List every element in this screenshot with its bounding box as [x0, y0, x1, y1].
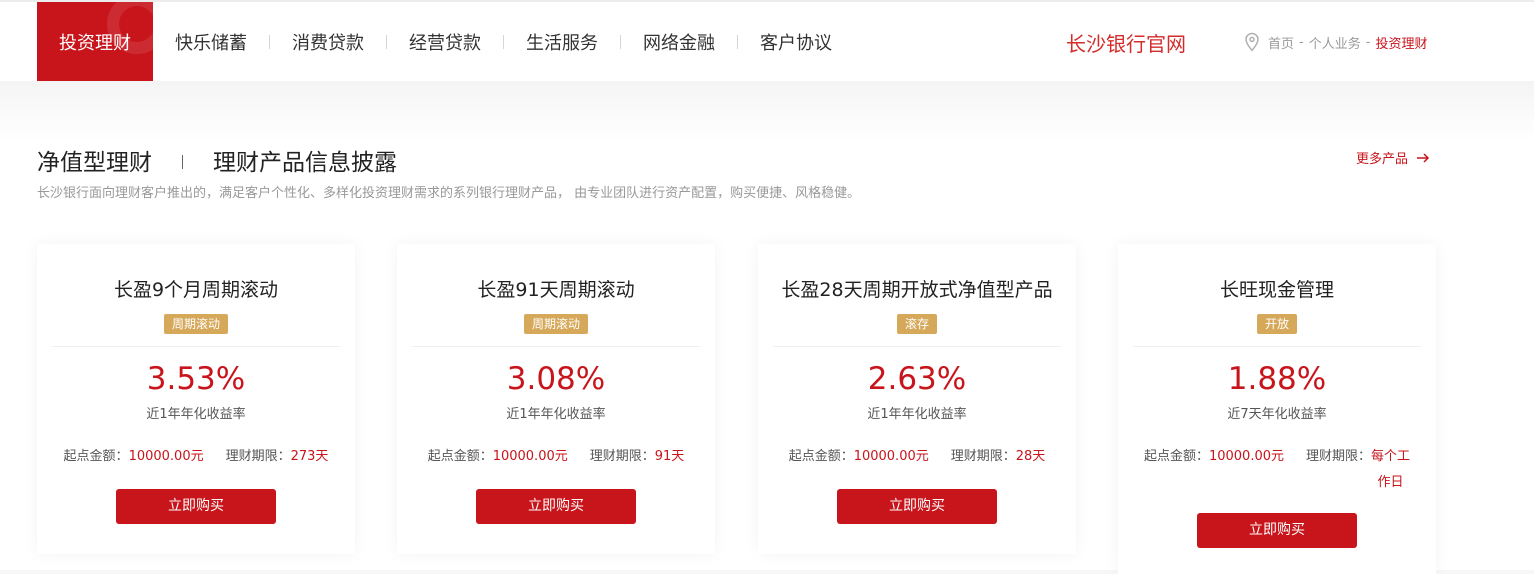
buy-now-button[interactable]: 立即购买: [476, 489, 636, 524]
badge-row: 滚存: [758, 313, 1076, 334]
section-header: 净值型理财 理财产品信息披露: [37, 143, 397, 177]
nav-divider: [620, 34, 621, 49]
nav-item-invest[interactable]: 投资理财: [37, 2, 153, 81]
nav-divider: [503, 34, 504, 49]
product-name[interactable]: 长盈28天周期开放式净值型产品: [758, 275, 1076, 302]
buy-now-button[interactable]: 立即购买: [1197, 513, 1357, 548]
product-info-row: 起点金额： 10000.00元 理财期限： 273天: [37, 445, 355, 464]
min-amount-value: 10000.00元: [492, 449, 568, 464]
min-amount-label: 起点金额：: [63, 449, 129, 464]
product-card: 长旺现金管理 开放 1.88% 近7天年化收益率 起点金额： 10000.00元…: [1118, 244, 1436, 574]
min-amount-label: 起点金额：: [788, 449, 854, 464]
term-value-wrap: 每个工 作日: [1371, 445, 1410, 490]
location-pin-icon: [1245, 32, 1259, 52]
nav-item-life-service[interactable]: 生活服务: [526, 2, 598, 81]
badge-row: 周期滚动: [397, 313, 715, 334]
tab-product-disclosure[interactable]: 理财产品信息披露: [213, 143, 397, 177]
product-name[interactable]: 长旺现金管理: [1118, 275, 1436, 302]
product-info-row: 起点金额： 10000.00元 理财期限： 28天: [758, 445, 1076, 464]
product-info-row: 起点金额： 10000.00元 理财期限： 每个工 作日: [1118, 445, 1436, 490]
breadcrumb-separator: -: [1299, 34, 1304, 50]
min-amount-value: 10000.00元: [128, 449, 204, 464]
term-value: 91天: [654, 449, 685, 464]
term-label: 理财期限：: [1306, 449, 1372, 464]
min-amount-value: 10000.00元: [1208, 449, 1284, 464]
section-description: 长沙银行面向理财客户推出的，满足客户个性化、多样化投资理财需求的系列银行理财产品…: [37, 186, 861, 201]
term-label: 理财期限：: [589, 449, 655, 464]
product-type-badge: 滚存: [896, 314, 937, 334]
info-gap: [568, 445, 590, 464]
rate-label: 近1年年化收益率: [146, 407, 246, 422]
product-name[interactable]: 长盈91天周期滚动: [397, 275, 715, 302]
nav-divider: [737, 34, 738, 49]
card-divider: [412, 346, 700, 347]
card-divider: [52, 346, 340, 347]
arrow-right-icon: [1417, 152, 1430, 163]
tab-divider: [182, 155, 183, 169]
more-products-link[interactable]: 更多产品: [1356, 148, 1430, 167]
term-label: 理财期限：: [950, 449, 1016, 464]
site-title[interactable]: 长沙银行官网: [1066, 28, 1186, 57]
info-gap: [1284, 445, 1306, 490]
nav-item-online-finance[interactable]: 网络金融: [643, 2, 715, 81]
product-name[interactable]: 长盈9个月周期滚动: [37, 275, 355, 302]
product-card: 长盈28天周期开放式净值型产品 滚存 2.63% 近1年年化收益率 起点金额： …: [758, 244, 1076, 554]
breadcrumb-personal[interactable]: 个人业务: [1309, 33, 1361, 52]
badge-row: 周期滚动: [37, 313, 355, 334]
tab-net-value-products[interactable]: 净值型理财: [37, 143, 152, 177]
term-value: 28天: [1015, 449, 1046, 464]
product-type-badge: 开放: [1256, 314, 1297, 334]
product-rate: 3.53%: [146, 361, 246, 397]
rate-label: 近1年年化收益率: [506, 407, 606, 422]
main-nav: 投资理财 快乐储蓄 消费贷款 经营贷款 生活服务 网络金融 客户协议: [37, 2, 832, 81]
more-products-label: 更多产品: [1356, 152, 1409, 167]
min-amount-value: 10000.00元: [853, 449, 929, 464]
nav-item-label: 投资理财: [59, 32, 131, 54]
term-value-line2: 作日: [1377, 475, 1404, 490]
rate-label: 近1年年化收益率: [867, 407, 967, 422]
product-rate: 2.63%: [867, 361, 967, 397]
card-divider: [773, 346, 1061, 347]
nav-item-business-loan[interactable]: 经营贷款: [409, 2, 481, 81]
nav-item-savings[interactable]: 快乐储蓄: [175, 2, 247, 81]
breadcrumb: 首页 - 个人业务 - 投资理财: [1243, 32, 1427, 52]
buy-now-button[interactable]: 立即购买: [837, 489, 997, 524]
nav-item-customer-agreement[interactable]: 客户协议: [760, 2, 832, 81]
product-info-row: 起点金额： 10000.00元 理财期限： 91天: [397, 445, 715, 464]
card-divider: [1133, 346, 1421, 347]
product-rate: 1.88%: [1227, 361, 1327, 397]
nav-divider: [269, 34, 270, 49]
term-value: 273天: [290, 449, 329, 464]
breadcrumb-separator: -: [1365, 34, 1371, 50]
breadcrumb-home[interactable]: 首页: [1268, 33, 1294, 52]
min-amount-label: 起点金额：: [1143, 449, 1209, 464]
rate-label: 近7天年化收益率: [1227, 407, 1327, 422]
info-gap: [204, 445, 226, 464]
term-label: 理财期限：: [225, 449, 291, 464]
badge-row: 开放: [1118, 313, 1436, 334]
nav-divider: [386, 34, 387, 49]
product-type-badge: 周期滚动: [523, 314, 588, 334]
info-gap: [929, 445, 951, 464]
product-card: 长盈9个月周期滚动 周期滚动 3.53% 近1年年化收益率 起点金额： 1000…: [37, 244, 355, 554]
term-value: 每个工: [1371, 449, 1411, 464]
top-navigation-bar: 投资理财 快乐储蓄 消费贷款 经营贷款 生活服务 网络金融 客户协议 长沙银行官…: [0, 0, 1534, 81]
product-rate: 3.08%: [506, 361, 606, 397]
min-amount-label: 起点金额：: [427, 449, 493, 464]
product-card: 长盈91天周期滚动 周期滚动 3.08% 近1年年化收益率 起点金额： 1000…: [397, 244, 715, 554]
breadcrumb-current[interactable]: 投资理财: [1375, 33, 1427, 52]
product-type-badge: 周期滚动: [163, 314, 228, 334]
buy-now-button[interactable]: 立即购买: [116, 489, 276, 524]
nav-item-consumer-loan[interactable]: 消费贷款: [292, 2, 364, 81]
